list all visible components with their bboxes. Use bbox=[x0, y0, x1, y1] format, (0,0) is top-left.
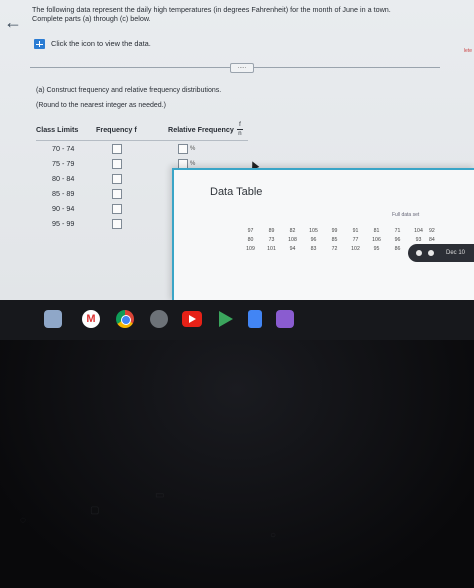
expand-handle[interactable]: ..... bbox=[230, 63, 254, 73]
class-limits-cell: 70 - 74 bbox=[52, 144, 75, 153]
header-frequency: Frequency f bbox=[96, 124, 137, 134]
data-value: 94 bbox=[289, 246, 296, 252]
intro-line-1: The following data represent the daily h… bbox=[32, 5, 391, 14]
data-value: 105 bbox=[309, 228, 318, 234]
frequency-cell bbox=[96, 173, 168, 184]
data-value: 80 bbox=[247, 237, 254, 243]
class-limits-cell: 85 - 89 bbox=[52, 189, 75, 198]
class-limits-cell: 75 - 79 bbox=[52, 159, 75, 168]
view-data-link[interactable]: Click the icon to view the data. bbox=[34, 38, 151, 49]
data-value: 91 bbox=[352, 228, 359, 234]
full-data-set-link[interactable]: Full data set bbox=[392, 212, 419, 218]
browser-page: ← The following data represent the daily… bbox=[0, 0, 474, 300]
table-header: Class Limits Frequency f Relative Freque… bbox=[36, 118, 248, 141]
view-data-label[interactable]: Click the icon to view the data. bbox=[51, 39, 151, 48]
header-class-limits: Class Limits bbox=[36, 124, 79, 134]
relative-frequency-cell: % bbox=[168, 158, 248, 169]
table-row: 70 - 74 % bbox=[36, 141, 248, 156]
problem-intro: The following data represent the daily h… bbox=[32, 5, 442, 23]
popup-title: Data Table bbox=[210, 186, 263, 198]
class-limits-cell: 90 - 94 bbox=[52, 204, 75, 213]
data-value: 97 bbox=[247, 228, 254, 234]
chrome-icon[interactable] bbox=[116, 310, 134, 328]
data-value: 108 bbox=[288, 237, 297, 243]
key-glyph-icon: ▢ bbox=[90, 505, 100, 516]
data-value: 106 bbox=[372, 237, 381, 243]
youtube-icon[interactable] bbox=[182, 311, 202, 327]
frequency-cell bbox=[96, 188, 168, 199]
percent-sign: % bbox=[190, 145, 196, 152]
frequency-cell bbox=[96, 203, 168, 214]
data-value: 101 bbox=[267, 246, 276, 252]
data-value: 89 bbox=[268, 228, 275, 234]
frequency-input[interactable] bbox=[112, 203, 122, 214]
data-table-icon[interactable] bbox=[34, 38, 45, 49]
frequency-cell bbox=[96, 158, 168, 169]
date-label: Dec 10 bbox=[446, 250, 466, 256]
fraction-numerator: f bbox=[239, 121, 241, 128]
key-glyph-icon: ▭ bbox=[155, 490, 165, 501]
data-value: 71 bbox=[394, 228, 401, 234]
round-note: (Round to the nearest integer as needed.… bbox=[36, 102, 166, 109]
frequency-input[interactable] bbox=[112, 143, 122, 154]
edge-text: lete bbox=[463, 48, 472, 54]
system-tray[interactable]: Dec 10 bbox=[408, 244, 474, 262]
data-value: 96 bbox=[310, 237, 317, 243]
class-limits-cell: 95 - 99 bbox=[52, 219, 75, 228]
gmail-icon[interactable]: M bbox=[82, 310, 100, 328]
app-shelf bbox=[0, 300, 474, 340]
data-value: 109 bbox=[246, 246, 255, 252]
data-value: 85 bbox=[331, 237, 338, 243]
data-value: 99 bbox=[331, 228, 338, 234]
frequency-cell bbox=[96, 143, 168, 154]
relative-frequency-input[interactable] bbox=[178, 143, 188, 154]
data-table-popup[interactable]: Data Table Full data set 97 89 82 105 99… bbox=[172, 168, 474, 300]
data-value: 92 bbox=[429, 228, 435, 234]
percent-sign: % bbox=[190, 160, 196, 167]
frequency-cell bbox=[96, 218, 168, 229]
data-value: 93 bbox=[415, 237, 422, 243]
network-icon bbox=[416, 250, 422, 256]
class-limits-cell: 80 - 84 bbox=[52, 174, 75, 183]
data-value: 72 bbox=[331, 246, 338, 252]
data-value: 81 bbox=[373, 228, 380, 234]
data-value: 82 bbox=[289, 228, 296, 234]
laptop-keyboard-area: ▢ ▭ ◌ ○ bbox=[0, 340, 474, 588]
frequency-input[interactable] bbox=[112, 158, 122, 169]
back-arrow-icon[interactable]: ← bbox=[4, 13, 22, 31]
relative-frequency-cell: % bbox=[168, 143, 248, 154]
data-value: 95 bbox=[373, 246, 380, 252]
data-value: 104 bbox=[414, 228, 423, 234]
fraction-bar bbox=[236, 128, 243, 130]
frequency-input[interactable] bbox=[112, 188, 122, 199]
frequency-input[interactable] bbox=[112, 173, 122, 184]
relative-frequency-input[interactable] bbox=[178, 158, 188, 169]
battery-icon bbox=[428, 250, 434, 256]
data-value: 102 bbox=[351, 246, 360, 252]
header-relative-frequency-label: Relative Frequency bbox=[168, 124, 234, 134]
data-value: 77 bbox=[352, 237, 359, 243]
header-relative-frequency: Relative Frequency f n bbox=[168, 122, 248, 137]
part-a-heading: (a) Construct frequency and relative fre… bbox=[36, 87, 222, 94]
fraction-denominator: n bbox=[238, 130, 242, 137]
intro-line-2: Complete parts (a) through (c) below. bbox=[32, 14, 151, 23]
files-icon[interactable] bbox=[276, 310, 294, 328]
key-glyph-icon: ◌ bbox=[20, 515, 26, 526]
docs-icon[interactable] bbox=[248, 310, 262, 328]
launcher-icon[interactable] bbox=[44, 310, 62, 328]
data-value: 96 bbox=[394, 237, 401, 243]
frequency-input[interactable] bbox=[112, 218, 122, 229]
data-value: 84 bbox=[429, 237, 435, 243]
play-store-icon[interactable] bbox=[216, 310, 234, 328]
data-value: 83 bbox=[310, 246, 317, 252]
data-value: 73 bbox=[268, 237, 275, 243]
data-grid: 97 89 82 105 99 91 81 71 104 80 73 108 9… bbox=[240, 228, 429, 252]
data-value: 86 bbox=[394, 246, 401, 252]
fraction-f-over-n: f n bbox=[236, 121, 243, 137]
camera-icon[interactable] bbox=[150, 310, 168, 328]
key-glyph-icon: ○ bbox=[270, 530, 277, 541]
